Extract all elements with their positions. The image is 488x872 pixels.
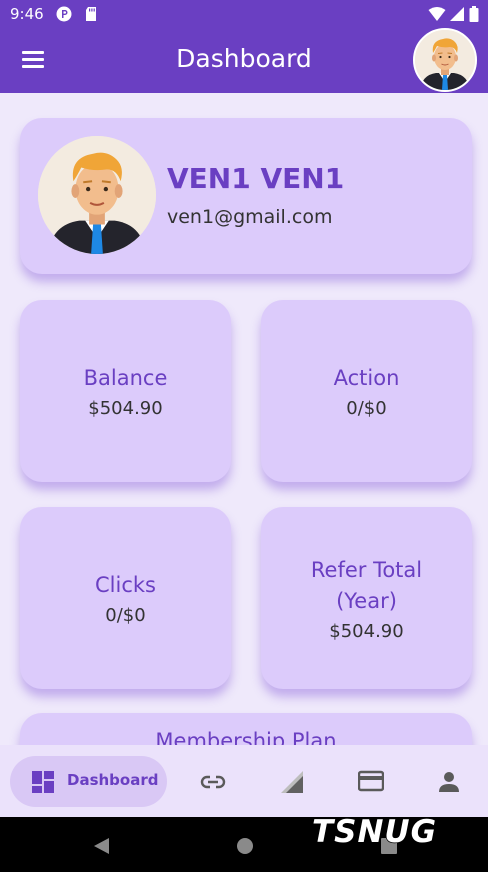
link-icon: [200, 775, 226, 789]
profile-email: ven1@gmail.com: [167, 206, 333, 228]
user-avatar-icon[interactable]: [413, 28, 477, 92]
action-card[interactable]: Action 0/$0: [261, 300, 472, 482]
clicks-value: 0/$0: [105, 605, 146, 626]
person-icon: [439, 772, 459, 792]
credit-card-icon: [358, 770, 384, 792]
circle-p-icon: [56, 6, 72, 22]
nav-item-dashboard-label: Dashboard: [67, 771, 159, 789]
status-bar: 9:46: [0, 0, 488, 28]
app-bar: Dashboard: [0, 28, 488, 93]
membership-plan-label: Membership Plan: [155, 729, 337, 745]
profile-card[interactable]: VEN1 VEN1 ven1@gmail.com: [20, 118, 472, 274]
wifi-icon: [428, 7, 446, 21]
system-navigation-bar: TSNUG: [0, 813, 488, 872]
refer-total-label: Refer Total (Year): [310, 557, 423, 613]
refer-total-card[interactable]: Refer Total (Year) $504.90: [261, 507, 472, 689]
nav-item-profile[interactable]: [422, 756, 476, 807]
watermark-logo: TSNUG: [311, 813, 438, 851]
cell-signal-icon: [450, 7, 464, 21]
back-icon[interactable]: [93, 837, 111, 855]
balance-card[interactable]: Balance $504.90: [20, 300, 231, 482]
nav-item-payments[interactable]: [343, 756, 397, 807]
nav-item-links[interactable]: [185, 756, 239, 807]
battery-icon: [469, 6, 479, 22]
nav-item-stats[interactable]: [265, 756, 319, 807]
dashboard-grid-icon: [32, 771, 54, 793]
dashboard-content[interactable]: VEN1 VEN1 ven1@gmail.com Balance $504.90…: [0, 93, 488, 745]
action-value: 0/$0: [346, 398, 387, 419]
action-label: Action: [333, 366, 400, 390]
profile-avatar-icon: [38, 136, 156, 254]
sd-card-icon: [86, 7, 96, 21]
status-time: 9:46: [10, 5, 44, 23]
membership-plan-card[interactable]: Membership Plan: [20, 713, 472, 745]
bottom-navigation: Dashboard: [0, 745, 488, 817]
nav-item-dashboard[interactable]: Dashboard: [10, 756, 167, 807]
clicks-card[interactable]: Clicks 0/$0: [20, 507, 231, 689]
profile-name: VEN1 VEN1: [167, 162, 345, 195]
balance-value: $504.90: [88, 398, 163, 419]
balance-label: Balance: [83, 366, 168, 390]
clicks-label: Clicks: [95, 573, 156, 597]
signal-triangle-icon: [281, 771, 303, 793]
home-icon[interactable]: [236, 837, 254, 855]
refer-total-value: $504.90: [329, 620, 404, 642]
